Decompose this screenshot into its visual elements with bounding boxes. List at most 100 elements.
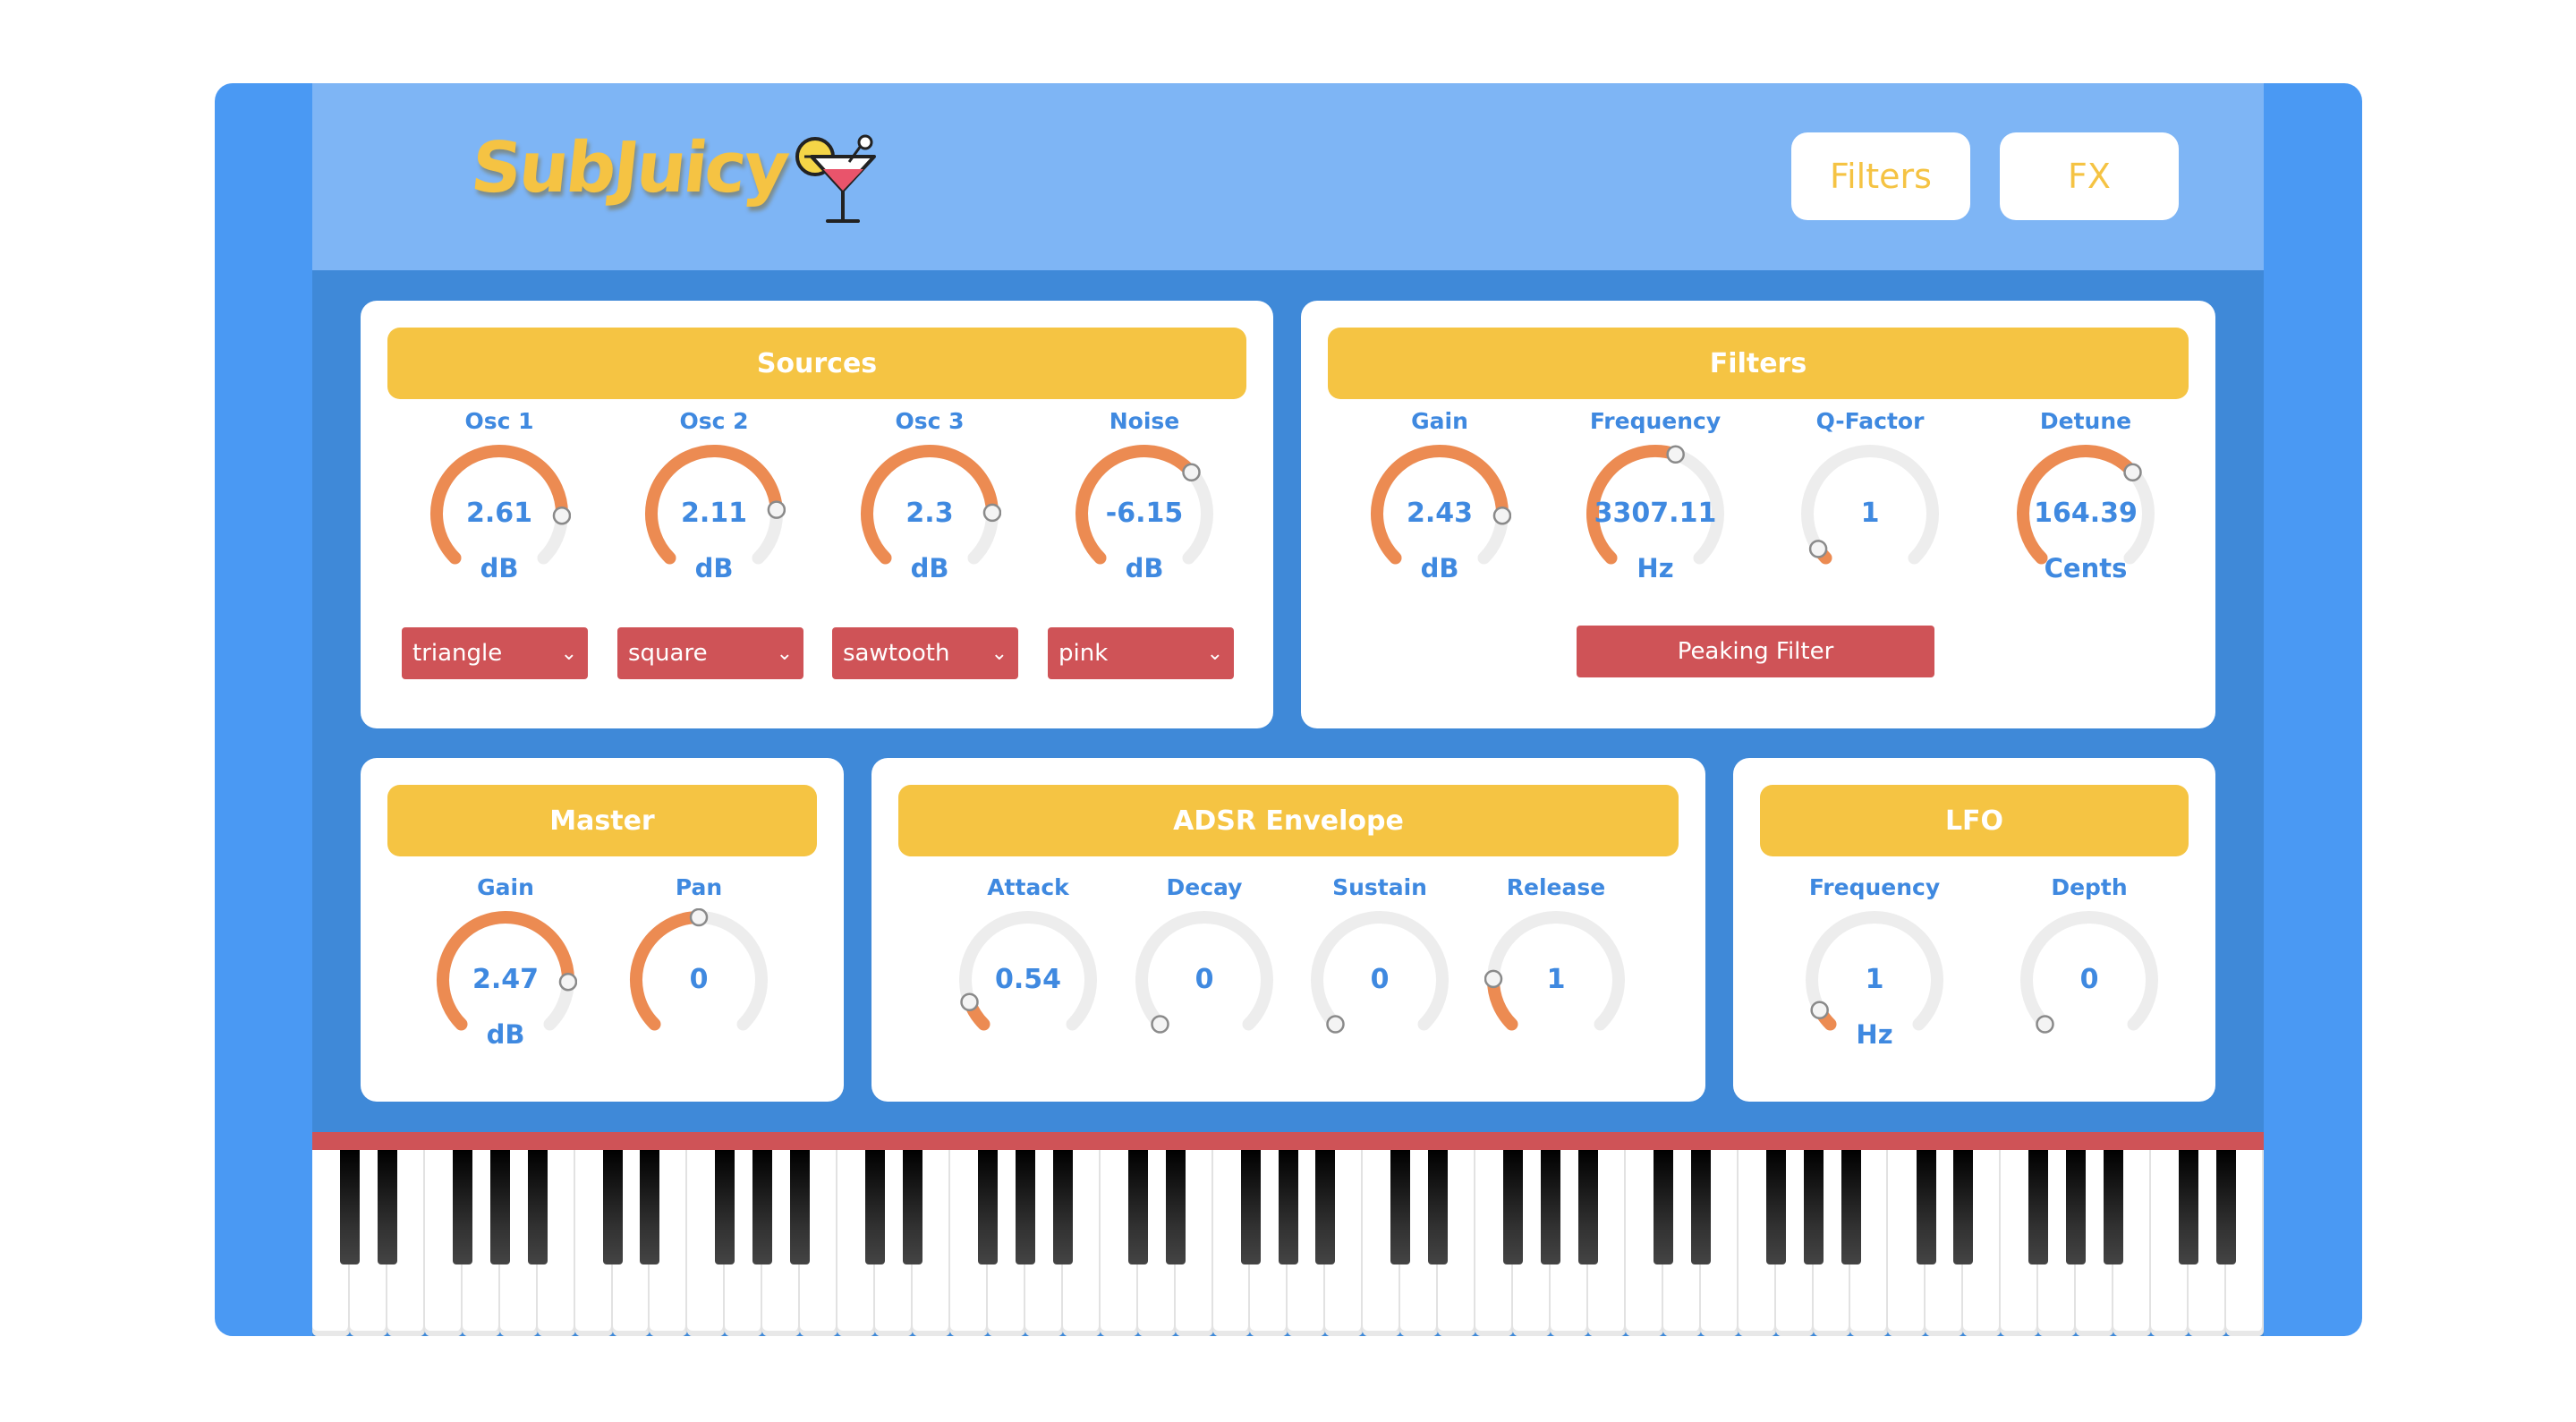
black-key[interactable] xyxy=(1765,1150,1786,1264)
knob-value: 2.3 xyxy=(905,498,954,529)
osc2-knob[interactable]: Osc 2 2.11 dB xyxy=(607,408,821,623)
filters-panel: Filters Gain 2.43 dB Frequency 3307.11 H… xyxy=(1301,301,2215,728)
cocktail-icon xyxy=(795,134,876,223)
noise-type-select[interactable]: pink ⌄ xyxy=(1048,627,1234,679)
knob-handle[interactable] xyxy=(2123,463,2142,481)
knob-label: Gain xyxy=(477,874,534,900)
chevron-down-icon: ⌄ xyxy=(560,642,577,665)
piano-keyboard xyxy=(312,1132,2264,1336)
black-key[interactable] xyxy=(1052,1150,1073,1264)
knob-value: 0 xyxy=(689,964,709,995)
knob-unit: Hz xyxy=(1637,553,1674,583)
knob-handle[interactable] xyxy=(1182,463,1201,481)
knob-value: 164.39 xyxy=(2034,498,2138,529)
black-key[interactable] xyxy=(1690,1150,1711,1264)
knob-handle[interactable] xyxy=(1666,445,1685,464)
black-key[interactable] xyxy=(452,1150,472,1264)
keyboard-top-strip xyxy=(312,1132,2264,1150)
black-key[interactable] xyxy=(1240,1150,1261,1264)
black-key[interactable] xyxy=(339,1150,360,1264)
lfo-frequency-knob[interactable]: Frequency 1 Hz xyxy=(1767,874,1982,1089)
knob-handle[interactable] xyxy=(960,992,979,1011)
black-key[interactable] xyxy=(1278,1150,1298,1264)
knob-handle[interactable] xyxy=(1326,1015,1345,1034)
filter-type-button[interactable]: Peaking Filter xyxy=(1577,626,1934,677)
black-key[interactable] xyxy=(790,1150,811,1264)
black-key[interactable] xyxy=(752,1150,773,1264)
black-key[interactable] xyxy=(527,1150,548,1264)
chevron-down-icon: ⌄ xyxy=(1206,642,1223,665)
black-key[interactable] xyxy=(640,1150,660,1264)
filter-frequency-knob[interactable]: Frequency 3307.11 Hz xyxy=(1548,408,1763,623)
black-key[interactable] xyxy=(1390,1150,1411,1264)
select-value: square xyxy=(628,640,708,667)
knob-handle[interactable] xyxy=(1808,540,1828,558)
black-key[interactable] xyxy=(1803,1150,1824,1264)
black-key[interactable] xyxy=(977,1150,998,1264)
knob-label: Gain xyxy=(1411,408,1468,434)
black-key[interactable] xyxy=(903,1150,923,1264)
master-panel: Master Gain 2.47 dB Pan 0 xyxy=(361,758,844,1102)
knob-label: Osc 1 xyxy=(464,408,534,434)
black-key[interactable] xyxy=(715,1150,735,1264)
black-key[interactable] xyxy=(1841,1150,1861,1264)
knob-label: Osc 3 xyxy=(895,408,965,434)
sources-panel: Sources Osc 1 2.61 dB Osc 2 2.11 dB Osc … xyxy=(361,301,1273,728)
synth-frame: SubJuicy Filters FX Sources Osc 1 2.61 d xyxy=(215,83,2362,1336)
black-key[interactable] xyxy=(1127,1150,1148,1264)
master-gain-knob[interactable]: Gain 2.47 dB xyxy=(398,874,613,1089)
knob-value: 2.61 xyxy=(465,498,533,529)
knob-handle[interactable] xyxy=(2036,1015,2054,1034)
adsr-panel: ADSR Envelope Attack 0.54 Decay 0 Sustai… xyxy=(871,758,1705,1102)
black-key[interactable] xyxy=(377,1150,397,1264)
filter-q-factor-knob[interactable]: Q-Factor 1 xyxy=(1763,408,1977,623)
osc2-waveform-select[interactable]: square ⌄ xyxy=(617,627,803,679)
osc1-knob[interactable]: Osc 1 2.61 dB xyxy=(392,408,607,623)
black-key[interactable] xyxy=(865,1150,886,1264)
black-key[interactable] xyxy=(1653,1150,1673,1264)
knob-unit: Cents xyxy=(2044,553,2128,583)
filters-nav-button[interactable]: Filters xyxy=(1791,132,1970,220)
knob-handle[interactable] xyxy=(1810,1001,1829,1019)
black-key[interactable] xyxy=(1165,1150,1186,1264)
knob-unit: dB xyxy=(1125,553,1164,583)
knob-label: Detune xyxy=(2039,408,2132,434)
black-key[interactable] xyxy=(1428,1150,1449,1264)
knob-value: 3307.11 xyxy=(1594,498,1717,529)
black-key[interactable] xyxy=(1503,1150,1524,1264)
fx-nav-button[interactable]: FX xyxy=(2000,132,2179,220)
filter-gain-knob[interactable]: Gain 2.43 dB xyxy=(1332,408,1547,623)
select-value: triangle xyxy=(412,640,503,667)
black-key[interactable] xyxy=(2066,1150,2087,1264)
noise-knob[interactable]: Noise -6.15 dB xyxy=(1037,408,1252,623)
black-key[interactable] xyxy=(1953,1150,1974,1264)
black-key[interactable] xyxy=(2028,1150,2049,1264)
osc1-waveform-select[interactable]: triangle ⌄ xyxy=(402,627,588,679)
black-key[interactable] xyxy=(1315,1150,1336,1264)
lfo-depth-knob[interactable]: Depth 0 xyxy=(1982,874,2197,1089)
black-key[interactable] xyxy=(1578,1150,1599,1264)
black-key[interactable] xyxy=(2179,1150,2199,1264)
black-key[interactable] xyxy=(1541,1150,1561,1264)
black-key[interactable] xyxy=(2104,1150,2124,1264)
knob-label: Q-Factor xyxy=(1815,408,1925,434)
osc3-knob[interactable]: Osc 3 2.3 dB xyxy=(822,408,1037,623)
knob-handle[interactable] xyxy=(689,908,709,927)
filter-detune-knob[interactable]: Detune 164.39 Cents xyxy=(1978,408,2193,623)
master-pan-knob[interactable]: Pan 0 xyxy=(591,874,806,1089)
knob-label: Frequency xyxy=(1808,874,1941,900)
knob-handle[interactable] xyxy=(1151,1015,1169,1034)
sources-header: Sources xyxy=(387,328,1246,399)
black-key[interactable] xyxy=(489,1150,510,1264)
knob-unit: dB xyxy=(486,1019,525,1050)
black-key[interactable] xyxy=(602,1150,623,1264)
knob-value: 2.43 xyxy=(1406,498,1474,529)
black-key[interactable] xyxy=(1015,1150,1035,1264)
osc3-waveform-select[interactable]: sawtooth ⌄ xyxy=(832,627,1018,679)
synth-body: SubJuicy Filters FX Sources Osc 1 2.61 d xyxy=(312,83,2264,1336)
knob-unit: dB xyxy=(1420,553,1459,583)
app-logo: SubJuicy xyxy=(467,128,791,209)
release-knob[interactable]: Release 1 xyxy=(1449,874,1663,1089)
black-key[interactable] xyxy=(1916,1150,1936,1264)
black-key[interactable] xyxy=(2216,1150,2237,1264)
